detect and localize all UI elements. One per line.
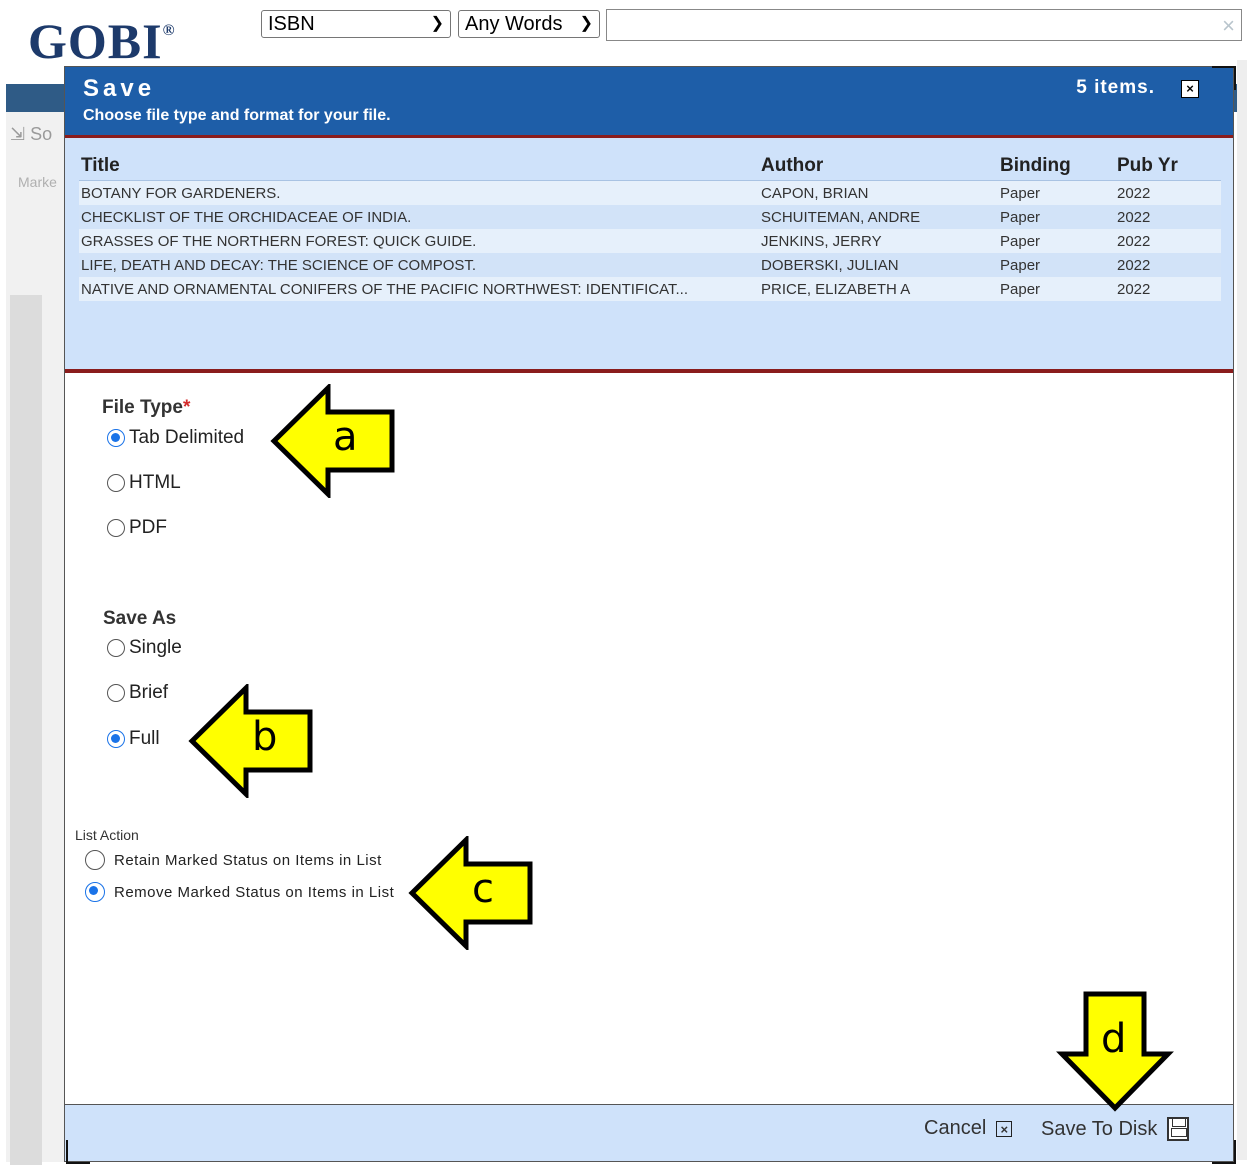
cell-year: 2022: [1115, 180, 1221, 205]
save-as-brief[interactable]: Brief: [107, 682, 168, 704]
background-marked-label: Marke: [18, 174, 57, 190]
callout-label-d: d: [1101, 1016, 1127, 1062]
cell-year: 2022: [1115, 277, 1221, 301]
save-as-single[interactable]: Single: [107, 637, 182, 659]
option-label: Remove Marked Status on Items in List: [114, 883, 395, 901]
search-input[interactable]: ×: [606, 9, 1242, 41]
dialog-footer: Cancel × Save To Disk: [65, 1104, 1233, 1161]
cancel-label: Cancel: [924, 1117, 987, 1139]
option-label: Tab Delimited: [129, 427, 245, 448]
table-row: NATIVE AND ORNAMENTAL CONIFERS OF THE PA…: [79, 277, 1221, 301]
cell-title: CHECKLIST OF THE ORCHIDACEAE OF INDIA.: [79, 205, 759, 229]
table-row: BOTANY FOR GARDENERS. CAPON, BRIAN Paper…: [79, 180, 1221, 205]
save-label: Save To Disk: [1041, 1117, 1158, 1140]
background-toolbar-label: ⇲ So: [10, 124, 53, 144]
radio-icon[interactable]: [107, 684, 125, 702]
cell-year: 2022: [1115, 253, 1221, 277]
radio-icon[interactable]: [107, 639, 125, 657]
items-table: Title Author Binding Pub Yr BOTANY FOR G…: [79, 152, 1221, 301]
cell-title: LIFE, DEATH AND DECAY: THE SCIENCE OF CO…: [79, 253, 759, 277]
radio-selected-icon[interactable]: [107, 730, 125, 748]
list-action-label: List Action: [75, 827, 139, 843]
list-action-remove[interactable]: Remove Marked Status on Items in List: [85, 882, 394, 902]
option-label: PDF: [129, 517, 167, 538]
chevron-down-icon: ❯: [430, 15, 444, 32]
search-type-select[interactable]: ISBN ❯: [261, 10, 451, 38]
cell-title: BOTANY FOR GARDENERS.: [79, 180, 759, 205]
save-to-disk-button[interactable]: Save To Disk: [1041, 1117, 1190, 1141]
corner-bracket: [1212, 1140, 1236, 1164]
cell-title: NATIVE AND ORNAMENTAL CONIFERS OF THE PA…: [79, 277, 759, 301]
floppy-disk-icon: [1167, 1117, 1190, 1141]
corner-bracket: [66, 1140, 90, 1164]
cell-binding: Paper: [998, 277, 1115, 301]
required-marker: *: [182, 397, 191, 418]
item-count: 5 items.: [1076, 77, 1155, 98]
dialog-subtitle: Choose file type and format for your fil…: [83, 107, 391, 124]
option-label: Single: [129, 637, 182, 658]
option-label: HTML: [129, 472, 181, 493]
file-type-pdf[interactable]: PDF: [107, 517, 167, 539]
cancel-button[interactable]: Cancel ×: [924, 1117, 1013, 1140]
table-row: GRASSES OF THE NORTHERN FOREST: QUICK GU…: [79, 229, 1221, 253]
cell-author: DOBERSKI, JULIAN: [759, 253, 998, 277]
table-row: LIFE, DEATH AND DECAY: THE SCIENCE OF CO…: [79, 253, 1221, 277]
cell-binding: Paper: [998, 253, 1115, 277]
callout-label-b: b: [252, 714, 278, 760]
corner-bracket: [1212, 66, 1236, 90]
save-as-full[interactable]: Full: [107, 728, 160, 750]
file-type-tab-delimited[interactable]: Tab Delimited: [107, 427, 244, 449]
cell-year: 2022: [1115, 205, 1221, 229]
clear-search-icon[interactable]: ×: [1222, 13, 1235, 39]
file-type-label: File Type*: [102, 397, 191, 418]
column-header-pub-yr: Pub Yr: [1115, 152, 1221, 181]
cell-binding: Paper: [998, 229, 1115, 253]
cell-title: GRASSES OF THE NORTHERN FOREST: QUICK GU…: [79, 229, 759, 253]
cell-binding: Paper: [998, 180, 1115, 205]
table-row: CHECKLIST OF THE ORCHIDACEAE OF INDIA. S…: [79, 205, 1221, 229]
background-column: [10, 295, 42, 1165]
callout-label-c: c: [472, 866, 494, 912]
column-header-author: Author: [759, 152, 998, 181]
radio-selected-icon[interactable]: [107, 429, 125, 447]
word-mode-select[interactable]: Any Words ❯: [458, 10, 600, 38]
cell-author: PRICE, ELIZABETH A: [759, 277, 998, 301]
background-scroll-edge: [1237, 60, 1247, 1160]
cell-author: JENKINS, JERRY: [759, 229, 998, 253]
save-as-label: Save As: [103, 608, 177, 629]
items-table-panel: Title Author Binding Pub Yr BOTANY FOR G…: [65, 138, 1233, 373]
cell-binding: Paper: [998, 205, 1115, 229]
column-header-title: Title: [79, 152, 759, 181]
chevron-down-icon: ❯: [579, 15, 593, 32]
radio-icon[interactable]: [107, 519, 125, 537]
file-type-html[interactable]: HTML: [107, 472, 181, 494]
gobi-logo[interactable]: GOBI®: [28, 12, 176, 70]
close-icon: ×: [996, 1120, 1013, 1137]
radio-icon[interactable]: [85, 850, 105, 870]
callout-label-a: a: [333, 414, 358, 460]
cell-author: CAPON, BRIAN: [759, 180, 998, 205]
dialog-title: Save: [83, 75, 156, 102]
option-label: Brief: [129, 682, 169, 703]
radio-selected-icon[interactable]: [85, 882, 105, 902]
column-header-binding: Binding: [998, 152, 1115, 181]
close-icon[interactable]: ×: [1181, 80, 1199, 98]
dialog-header: Save Choose file type and format for you…: [65, 67, 1233, 138]
table-header-row: Title Author Binding Pub Yr: [79, 152, 1221, 181]
cell-author: SCHUITEMAN, ANDRE: [759, 205, 998, 229]
option-label: Retain Marked Status on Items in List: [114, 851, 382, 869]
cell-year: 2022: [1115, 229, 1221, 253]
option-label: Full: [129, 728, 160, 749]
list-action-retain[interactable]: Retain Marked Status on Items in List: [85, 850, 382, 870]
radio-icon[interactable]: [107, 474, 125, 492]
